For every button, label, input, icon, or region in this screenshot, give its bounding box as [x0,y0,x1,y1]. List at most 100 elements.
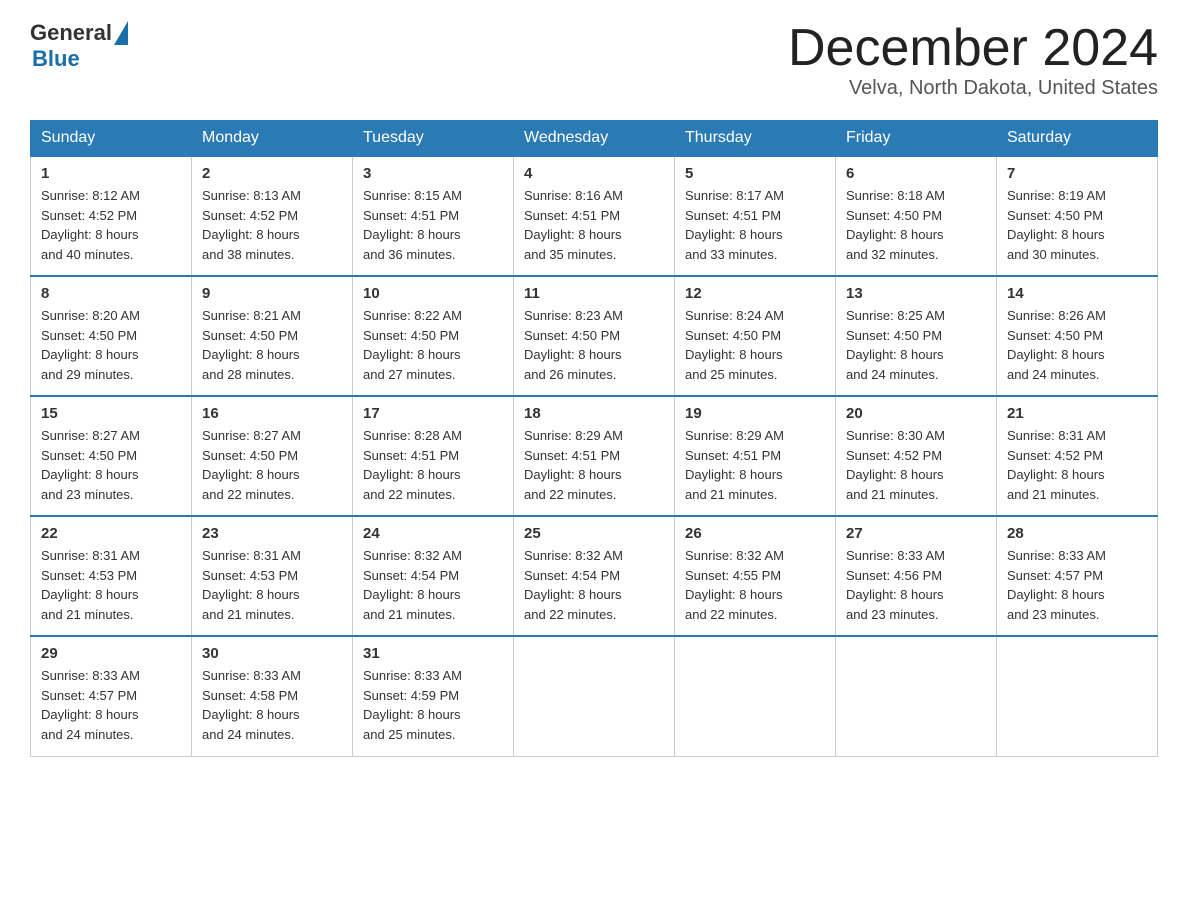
table-row: 14 Sunrise: 8:26 AM Sunset: 4:50 PM Dayl… [997,276,1158,396]
day-info: Sunrise: 8:32 AM Sunset: 4:54 PM Dayligh… [363,546,503,624]
table-row: 3 Sunrise: 8:15 AM Sunset: 4:51 PM Dayli… [353,156,514,276]
day-info: Sunrise: 8:32 AM Sunset: 4:55 PM Dayligh… [685,546,825,624]
day-number: 12 [685,285,825,302]
day-number: 3 [363,165,503,182]
table-row: 30 Sunrise: 8:33 AM Sunset: 4:58 PM Dayl… [192,636,353,756]
day-info: Sunrise: 8:27 AM Sunset: 4:50 PM Dayligh… [41,426,181,504]
day-info: Sunrise: 8:12 AM Sunset: 4:52 PM Dayligh… [41,186,181,264]
day-number: 16 [202,405,342,422]
calendar-table: Sunday Monday Tuesday Wednesday Thursday… [30,120,1158,757]
day-info: Sunrise: 8:21 AM Sunset: 4:50 PM Dayligh… [202,306,342,384]
day-number: 18 [524,405,664,422]
header-sunday: Sunday [31,121,192,157]
table-row: 6 Sunrise: 8:18 AM Sunset: 4:50 PM Dayli… [836,156,997,276]
table-row: 22 Sunrise: 8:31 AM Sunset: 4:53 PM Dayl… [31,516,192,636]
day-info: Sunrise: 8:24 AM Sunset: 4:50 PM Dayligh… [685,306,825,384]
day-number: 19 [685,405,825,422]
day-number: 14 [1007,285,1147,302]
table-row: 17 Sunrise: 8:28 AM Sunset: 4:51 PM Dayl… [353,396,514,516]
table-row: 31 Sunrise: 8:33 AM Sunset: 4:59 PM Dayl… [353,636,514,756]
day-number: 11 [524,285,664,302]
day-info: Sunrise: 8:15 AM Sunset: 4:51 PM Dayligh… [363,186,503,264]
table-row: 20 Sunrise: 8:30 AM Sunset: 4:52 PM Dayl… [836,396,997,516]
day-number: 6 [846,165,986,182]
calendar-week-3: 15 Sunrise: 8:27 AM Sunset: 4:50 PM Dayl… [31,396,1158,516]
day-number: 28 [1007,525,1147,542]
logo-general-text: General [30,20,112,46]
table-row [514,636,675,756]
day-number: 2 [202,165,342,182]
day-info: Sunrise: 8:33 AM Sunset: 4:57 PM Dayligh… [41,666,181,744]
header-row: Sunday Monday Tuesday Wednesday Thursday… [31,121,1158,157]
table-row: 8 Sunrise: 8:20 AM Sunset: 4:50 PM Dayli… [31,276,192,396]
table-row [997,636,1158,756]
day-info: Sunrise: 8:16 AM Sunset: 4:51 PM Dayligh… [524,186,664,264]
day-number: 29 [41,645,181,662]
calendar-week-2: 8 Sunrise: 8:20 AM Sunset: 4:50 PM Dayli… [31,276,1158,396]
table-row: 21 Sunrise: 8:31 AM Sunset: 4:52 PM Dayl… [997,396,1158,516]
logo-blue-text: Blue [32,46,80,72]
header-monday: Monday [192,121,353,157]
day-info: Sunrise: 8:19 AM Sunset: 4:50 PM Dayligh… [1007,186,1147,264]
day-info: Sunrise: 8:25 AM Sunset: 4:50 PM Dayligh… [846,306,986,384]
table-row: 25 Sunrise: 8:32 AM Sunset: 4:54 PM Dayl… [514,516,675,636]
month-title: December 2024 [788,20,1158,77]
header-thursday: Thursday [675,121,836,157]
table-row: 7 Sunrise: 8:19 AM Sunset: 4:50 PM Dayli… [997,156,1158,276]
location-title: Velva, North Dakota, United States [788,77,1158,100]
day-info: Sunrise: 8:33 AM Sunset: 4:57 PM Dayligh… [1007,546,1147,624]
day-number: 23 [202,525,342,542]
day-number: 21 [1007,405,1147,422]
header-saturday: Saturday [997,121,1158,157]
day-number: 22 [41,525,181,542]
table-row: 13 Sunrise: 8:25 AM Sunset: 4:50 PM Dayl… [836,276,997,396]
day-info: Sunrise: 8:27 AM Sunset: 4:50 PM Dayligh… [202,426,342,504]
day-number: 25 [524,525,664,542]
day-number: 5 [685,165,825,182]
day-info: Sunrise: 8:26 AM Sunset: 4:50 PM Dayligh… [1007,306,1147,384]
table-row: 2 Sunrise: 8:13 AM Sunset: 4:52 PM Dayli… [192,156,353,276]
day-number: 7 [1007,165,1147,182]
day-info: Sunrise: 8:29 AM Sunset: 4:51 PM Dayligh… [685,426,825,504]
day-info: Sunrise: 8:20 AM Sunset: 4:50 PM Dayligh… [41,306,181,384]
day-info: Sunrise: 8:33 AM Sunset: 4:56 PM Dayligh… [846,546,986,624]
table-row [675,636,836,756]
table-row: 5 Sunrise: 8:17 AM Sunset: 4:51 PM Dayli… [675,156,836,276]
day-number: 30 [202,645,342,662]
day-number: 4 [524,165,664,182]
table-row: 23 Sunrise: 8:31 AM Sunset: 4:53 PM Dayl… [192,516,353,636]
calendar-header: Sunday Monday Tuesday Wednesday Thursday… [31,121,1158,157]
day-info: Sunrise: 8:33 AM Sunset: 4:58 PM Dayligh… [202,666,342,744]
logo: General Blue [30,20,128,72]
logo-triangle-icon [114,21,128,45]
day-info: Sunrise: 8:31 AM Sunset: 4:53 PM Dayligh… [202,546,342,624]
day-number: 13 [846,285,986,302]
calendar-week-5: 29 Sunrise: 8:33 AM Sunset: 4:57 PM Dayl… [31,636,1158,756]
day-number: 24 [363,525,503,542]
day-info: Sunrise: 8:22 AM Sunset: 4:50 PM Dayligh… [363,306,503,384]
day-info: Sunrise: 8:33 AM Sunset: 4:59 PM Dayligh… [363,666,503,744]
day-info: Sunrise: 8:30 AM Sunset: 4:52 PM Dayligh… [846,426,986,504]
day-number: 15 [41,405,181,422]
day-number: 9 [202,285,342,302]
day-number: 26 [685,525,825,542]
day-info: Sunrise: 8:13 AM Sunset: 4:52 PM Dayligh… [202,186,342,264]
header-friday: Friday [836,121,997,157]
table-row: 18 Sunrise: 8:29 AM Sunset: 4:51 PM Dayl… [514,396,675,516]
table-row: 4 Sunrise: 8:16 AM Sunset: 4:51 PM Dayli… [514,156,675,276]
day-info: Sunrise: 8:31 AM Sunset: 4:52 PM Dayligh… [1007,426,1147,504]
day-info: Sunrise: 8:23 AM Sunset: 4:50 PM Dayligh… [524,306,664,384]
calendar-week-4: 22 Sunrise: 8:31 AM Sunset: 4:53 PM Dayl… [31,516,1158,636]
day-info: Sunrise: 8:31 AM Sunset: 4:53 PM Dayligh… [41,546,181,624]
day-info: Sunrise: 8:18 AM Sunset: 4:50 PM Dayligh… [846,186,986,264]
table-row: 10 Sunrise: 8:22 AM Sunset: 4:50 PM Dayl… [353,276,514,396]
day-info: Sunrise: 8:28 AM Sunset: 4:51 PM Dayligh… [363,426,503,504]
calendar-body: 1 Sunrise: 8:12 AM Sunset: 4:52 PM Dayli… [31,156,1158,756]
calendar-week-1: 1 Sunrise: 8:12 AM Sunset: 4:52 PM Dayli… [31,156,1158,276]
table-row: 28 Sunrise: 8:33 AM Sunset: 4:57 PM Dayl… [997,516,1158,636]
table-row: 24 Sunrise: 8:32 AM Sunset: 4:54 PM Dayl… [353,516,514,636]
page-header: General Blue December 2024 Velva, North … [30,20,1158,100]
day-info: Sunrise: 8:29 AM Sunset: 4:51 PM Dayligh… [524,426,664,504]
day-number: 1 [41,165,181,182]
day-info: Sunrise: 8:32 AM Sunset: 4:54 PM Dayligh… [524,546,664,624]
